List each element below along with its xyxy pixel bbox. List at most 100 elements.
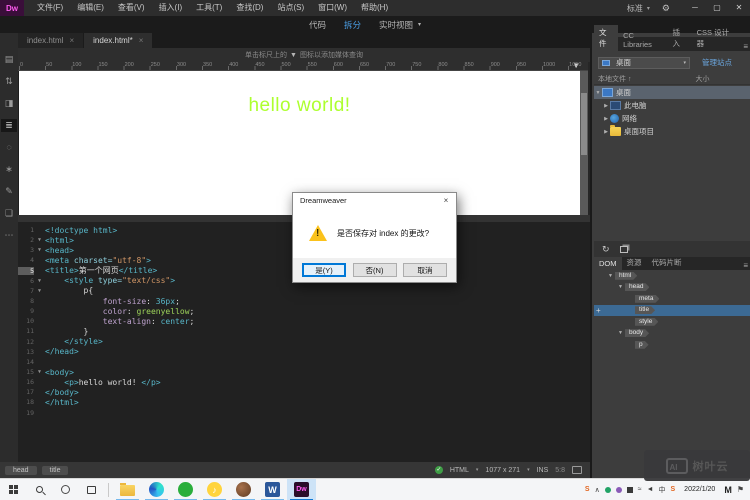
fold-arrow-icon[interactable]: ▼ (34, 278, 45, 284)
dialog-button-Y[interactable]: 是(Y) (302, 263, 346, 277)
files-tab-文件[interactable]: 文件 (594, 25, 618, 51)
ime-icon[interactable]: 中 (659, 485, 666, 495)
code-line-11[interactable]: 11 } (18, 326, 590, 336)
tree-toggle-icon[interactable]: ▼ (594, 90, 602, 96)
taskbar-app-app-circle[interactable] (229, 479, 258, 500)
menu-item-F[interactable]: 文件(F) (30, 0, 70, 16)
tray-security-icon[interactable]: S (585, 486, 590, 493)
code-line-15[interactable]: 15▼<body> (18, 367, 590, 377)
code-line-19[interactable]: 19 (18, 408, 590, 418)
dom-node-p[interactable]: p (594, 339, 750, 351)
doc-language[interactable]: HTML (450, 467, 469, 474)
start-button[interactable] (0, 479, 26, 500)
dom-toggle-icon[interactable]: ▼ (616, 330, 625, 336)
task-view-icon[interactable] (78, 479, 104, 500)
tree-toggle-icon[interactable]: ▶ (602, 103, 610, 109)
tree-toggle-icon[interactable]: ▶ (602, 129, 610, 135)
fold-arrow-icon[interactable]: ▼ (34, 247, 45, 253)
tray-sogou-icon[interactable]: S (671, 486, 676, 493)
files-menu-icon[interactable]: ≡ (739, 42, 750, 51)
workspace-caret-icon[interactable]: ▾ (647, 5, 650, 12)
dom-node-body[interactable]: ▼body (594, 328, 750, 340)
code-line-14[interactable]: 14 (18, 357, 590, 367)
file-tree-item-网络[interactable]: ▶网络 (594, 112, 750, 125)
menu-item-S[interactable]: 站点(S) (270, 0, 311, 16)
code-line-12[interactable]: 12 </style> (18, 337, 590, 347)
input-method-m-icon[interactable]: M (724, 485, 732, 495)
device-preview-icon[interactable] (572, 466, 582, 474)
taskbar-date[interactable]: 2022/1/20 (684, 486, 715, 493)
restore-button[interactable]: ▢ (706, 0, 728, 16)
doc-language-caret-icon[interactable]: ▾ (476, 467, 479, 473)
column-size[interactable]: 大小 (695, 74, 709, 84)
cortana-icon[interactable] (52, 479, 78, 500)
dom-node-title[interactable]: +title (594, 305, 750, 317)
more-tools-icon[interactable]: ⋯ (1, 229, 17, 242)
tray-green-app-icon[interactable] (605, 487, 611, 493)
menu-item-H[interactable]: 帮助(H) (354, 0, 395, 16)
close-button[interactable]: ✕ (728, 0, 750, 16)
menu-item-T[interactable]: 工具(T) (189, 0, 229, 16)
code-line-13[interactable]: 13</head> (18, 347, 590, 357)
dom-refresh-icon[interactable]: ↻ (602, 244, 610, 255)
dom-toggle-icon[interactable]: ▼ (616, 284, 625, 290)
design-paragraph[interactable]: hello world! (19, 95, 580, 117)
dom-tab-DOM[interactable]: DOM (594, 257, 622, 270)
volume-icon[interactable]: ◄ (647, 486, 654, 493)
taskbar-app-word[interactable]: W (258, 479, 287, 500)
taskbar-app-dreamweaver[interactable]: Dw (287, 479, 316, 500)
dom-tab-资源[interactable]: 资源 (622, 255, 647, 270)
manage-sites-link[interactable]: 管理站点 (702, 57, 732, 68)
horizontal-ruler[interactable]: ▼ 05010015020025030035040045050055060065… (18, 62, 590, 71)
search-icon[interactable] (26, 479, 52, 500)
taskbar-app-qq-music[interactable]: ♪ (200, 479, 229, 500)
dom-node-html[interactable]: ▼html (594, 270, 750, 282)
menu-item-I[interactable]: 插入(I) (152, 0, 190, 16)
view-mode-实时视图[interactable]: 实时视图 (370, 19, 422, 31)
tray-purple-app-icon[interactable] (616, 487, 622, 493)
dom-toggle-icon[interactable]: ▼ (606, 273, 615, 279)
view-mode-拆分[interactable]: 拆分 (335, 19, 370, 31)
file-tree-item-桌面项目[interactable]: ▶桌面项目 (594, 125, 750, 138)
dom-menu-icon[interactable]: ≡ (739, 261, 750, 270)
dialog-close-icon[interactable]: × (436, 196, 456, 205)
dom-node-meta[interactable]: meta (594, 293, 750, 305)
window-size-caret-icon[interactable]: ▾ (527, 467, 530, 473)
fold-arrow-icon[interactable]: ▼ (34, 369, 45, 375)
open-documents-icon[interactable]: ▤ (1, 53, 17, 66)
tab-close-icon[interactable]: × (139, 36, 144, 45)
doc-tab-index.html[interactable]: index.html× (18, 33, 83, 48)
files-tab-插入[interactable]: 插入 (667, 25, 691, 51)
fold-arrow-icon[interactable]: ▼ (34, 288, 45, 294)
tab-close-icon[interactable]: × (69, 36, 74, 45)
tray-chevron-icon[interactable]: ∧ (595, 486, 600, 494)
live-view-options-icon[interactable]: ◨ (1, 97, 17, 110)
dom-layers-icon[interactable] (620, 246, 628, 253)
code-line-18[interactable]: 18</html> (18, 397, 590, 407)
fold-arrow-icon[interactable]: ▼ (34, 237, 45, 243)
dom-node-style[interactable]: style (594, 316, 750, 328)
dialog-button-[interactable]: 取消 (403, 263, 447, 277)
taskbar-app-edge-browser[interactable] (142, 479, 171, 500)
tree-toggle-icon[interactable]: ▶ (602, 116, 610, 122)
wifi-icon[interactable]: ≈ (638, 486, 642, 493)
menu-item-V[interactable]: 查看(V) (111, 0, 152, 16)
dom-tab-代码片断[interactable]: 代码片断 (647, 255, 687, 270)
add-element-icon[interactable]: + (596, 306, 601, 315)
menu-item-E[interactable]: 编辑(E) (70, 0, 111, 16)
code-line-17[interactable]: 17</body> (18, 387, 590, 397)
coding-helper-icon[interactable]: ◌ (1, 141, 17, 154)
format-source-icon[interactable]: ≣ (1, 119, 17, 132)
settings-gear-icon[interactable]: ⚙ (662, 3, 670, 14)
code-line-9[interactable]: 9 color: greenyellow; (18, 306, 590, 316)
code-line-7[interactable]: 7▼ p{ (18, 286, 590, 296)
view-mode-代码[interactable]: 代码 (300, 19, 335, 31)
dom-node-head[interactable]: ▼head (594, 282, 750, 294)
column-local-files[interactable]: 本地文件 ↑ (598, 74, 631, 84)
code-line-16[interactable]: 16 <p>hello world! </p> (18, 377, 590, 387)
tag-selector-title[interactable]: title (42, 466, 69, 475)
menu-item-D[interactable]: 查找(D) (229, 0, 270, 16)
edit-tools-icon[interactable]: ✎ (1, 185, 17, 198)
taskbar-app-file-explorer[interactable] (113, 479, 142, 500)
minimize-button[interactable]: ─ (684, 0, 706, 16)
